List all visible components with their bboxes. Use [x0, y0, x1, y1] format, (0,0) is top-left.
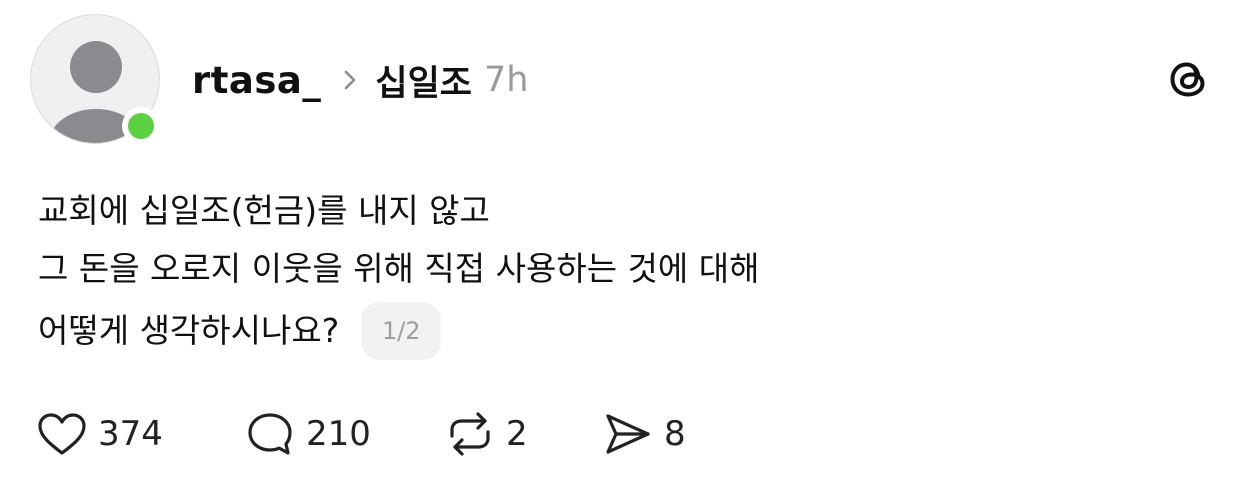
repost-icon: [444, 410, 496, 458]
post-timestamp: 7h: [484, 60, 529, 100]
post-header: rtasa_ 십일조 7h: [192, 52, 528, 108]
post-text: 교회에 십일조(헌금)를 내지 않고 그 돈을 오로지 이웃을 위해 직접 사용…: [38, 182, 759, 364]
post-text-line: 교회에 십일조(헌금)를 내지 않고: [38, 191, 490, 230]
like-count: 374: [98, 414, 163, 454]
threads-logo-icon[interactable]: [1165, 55, 1213, 103]
share-count: 8: [664, 414, 686, 454]
reply-count: 210: [306, 414, 371, 454]
share-button[interactable]: 8: [602, 410, 722, 458]
author-username[interactable]: rtasa_: [192, 59, 321, 102]
repost-count: 2: [506, 414, 528, 454]
like-button[interactable]: 374: [36, 410, 244, 458]
action-bar: 374 210 2 8: [36, 410, 722, 458]
post-text-line: 그 돈을 오로지 이웃을 위해 직접 사용하는 것에 대해: [38, 249, 760, 288]
comment-icon: [244, 410, 296, 458]
heart-icon: [36, 411, 88, 457]
post-text-line-row: 어떻게 생각하시나요? 1/2: [38, 298, 759, 364]
online-status-indicator: [122, 107, 160, 145]
repost-button[interactable]: 2: [444, 410, 602, 458]
page-indicator-badge: 1/2: [361, 302, 442, 360]
reply-button[interactable]: 210: [244, 410, 444, 458]
send-icon: [602, 410, 654, 458]
post-text-line: 어떻게 생각하시나요?: [38, 311, 340, 350]
chevron-right-icon: [343, 69, 357, 91]
community-name[interactable]: 십일조: [375, 55, 472, 106]
